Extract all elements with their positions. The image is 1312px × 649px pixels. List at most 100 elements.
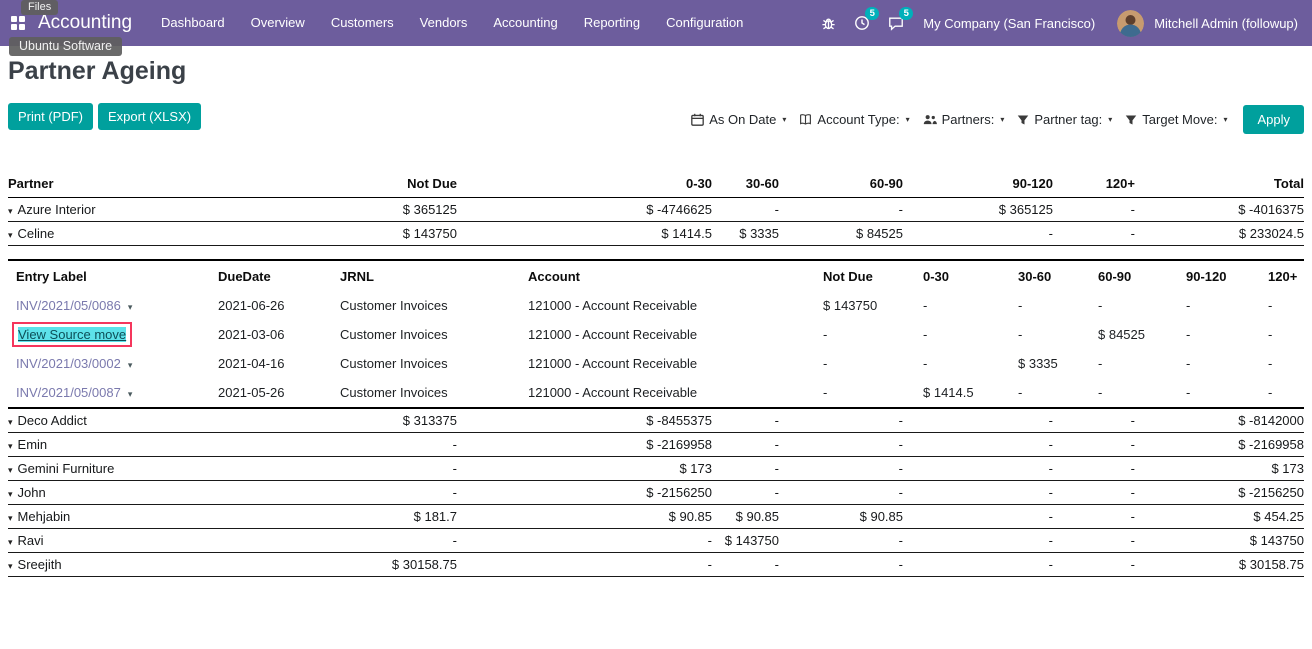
menu-item[interactable]: Configuration xyxy=(653,0,756,46)
bug-icon xyxy=(821,16,836,31)
user-menu[interactable]: Mitchell Admin (followup) xyxy=(1144,16,1308,31)
app-brand[interactable]: Accounting xyxy=(38,12,132,34)
top-navbar: Accounting DashboardOverviewCustomersVen… xyxy=(0,0,1312,46)
export-xlsx-button[interactable]: Export (XLSX) xyxy=(98,103,201,130)
cell-30-60: - xyxy=(712,198,779,222)
menu-item[interactable]: Customers xyxy=(318,0,407,46)
cell-120-plus: - xyxy=(1260,378,1304,408)
menu-item[interactable]: Reporting xyxy=(571,0,653,46)
cell-60-90: - xyxy=(779,529,903,553)
entry-header-row: Entry Label DueDate JRNL Account Not Due… xyxy=(8,260,1304,291)
cell-30-60: - xyxy=(1010,378,1090,408)
cell-90-120: - xyxy=(903,553,1053,577)
cell-90-120: - xyxy=(903,481,1053,505)
entry-dropdown-caret-icon[interactable]: ▾ xyxy=(128,389,133,399)
partner-toggle-cell[interactable]: ▾Deco Addict xyxy=(8,409,298,433)
messages-button[interactable]: 5 xyxy=(879,0,913,46)
cell-30-60: - xyxy=(712,553,779,577)
cell-total: $ -2156250 xyxy=(1135,481,1304,505)
partner-toggle-cell[interactable]: ▾Ravi xyxy=(8,529,298,553)
partner-toggle-cell[interactable]: ▾Azure Interior xyxy=(8,198,298,222)
cell-30-60: $ 143750 xyxy=(712,529,779,553)
partner-row: ▾Ravi - - $ 143750 - - - $ 143750 xyxy=(8,529,1304,553)
partner-row: ▾Gemini Furniture - $ 173 - - - - $ 173 xyxy=(8,457,1304,481)
collapse-caret-icon: ▾ xyxy=(8,561,13,571)
entry-label-highlight-box: INV/2021/05/0087 xyxy=(16,385,121,400)
ageing-table: Partner Not Due 0-30 30-60 60-90 90-120 … xyxy=(8,176,1304,246)
avatar-image xyxy=(1117,10,1144,37)
cell-not-due: - xyxy=(815,320,915,349)
column-header: 60-90 xyxy=(779,176,903,198)
ageing-table-continued: ▾Deco Addict $ 313375 $ -8455375 - - - -… xyxy=(8,409,1304,577)
filter-icon xyxy=(1125,114,1137,126)
filter-target-move[interactable]: Target Move: ▾ xyxy=(1125,112,1227,127)
column-header: 30-60 xyxy=(712,176,779,198)
column-header: JRNL xyxy=(332,260,520,291)
cell-0-30: - xyxy=(915,320,1010,349)
partner-name: Gemini Furniture xyxy=(18,461,115,476)
partner-toggle-cell[interactable]: ▾Celine xyxy=(8,222,298,246)
menu-item[interactable]: Dashboard xyxy=(148,0,238,46)
main-menu: DashboardOverviewCustomersVendorsAccount… xyxy=(148,0,756,46)
filter-label: Partner tag: xyxy=(1034,112,1102,127)
filter-partners[interactable]: Partners: ▾ xyxy=(923,112,1005,127)
desktop-files-label: Files xyxy=(21,0,58,15)
user-avatar[interactable] xyxy=(1117,10,1144,37)
cell-60-90: - xyxy=(779,433,903,457)
column-header: 0-30 xyxy=(457,176,712,198)
menu-item[interactable]: Overview xyxy=(238,0,318,46)
filter-label: As On Date xyxy=(709,112,776,127)
menu-item[interactable]: Accounting xyxy=(480,0,570,46)
filter-partner-tag[interactable]: Partner tag: ▾ xyxy=(1017,112,1112,127)
cell-60-90: $ 90.85 xyxy=(779,505,903,529)
cell-30-60: - xyxy=(712,433,779,457)
cell-60-90: - xyxy=(779,457,903,481)
cell-30-60: - xyxy=(712,481,779,505)
apply-button[interactable]: Apply xyxy=(1243,105,1304,134)
entry-journal: Customer Invoices xyxy=(332,291,520,320)
entry-row: View Source move▾ 2021-03-06 Customer In… xyxy=(8,320,1304,349)
entry-due-date: 2021-06-26 xyxy=(210,291,332,320)
calendar-icon xyxy=(691,113,704,126)
entry-journal: Customer Invoices xyxy=(332,378,520,408)
entry-label-link[interactable]: INV/2021/05/0086 xyxy=(16,298,121,313)
cell-not-due: $ 181.7 xyxy=(298,505,457,529)
collapse-caret-icon: ▾ xyxy=(8,230,13,240)
cell-90-120: - xyxy=(903,409,1053,433)
cell-120-plus: - xyxy=(1053,222,1135,246)
partner-row: ▾Azure Interior $ 365125 $ -4746625 - - … xyxy=(8,198,1304,222)
menu-item[interactable]: Vendors xyxy=(407,0,481,46)
entry-dropdown-caret-icon[interactable]: ▾ xyxy=(128,302,133,312)
partner-row: ▾Celine $ 143750 $ 1414.5 $ 3335 $ 84525… xyxy=(8,222,1304,246)
page-title: Partner Ageing xyxy=(8,57,1304,86)
partner-toggle-cell[interactable]: ▾Emin xyxy=(8,433,298,457)
entry-label-highlight-box: View Source move xyxy=(12,322,132,347)
chevron-down-icon: ▾ xyxy=(782,115,786,124)
partner-toggle-cell[interactable]: ▾Sreejith xyxy=(8,553,298,577)
company-switcher[interactable]: My Company (San Francisco) xyxy=(913,16,1105,31)
cell-60-90: - xyxy=(779,409,903,433)
partner-toggle-cell[interactable]: ▾Gemini Furniture xyxy=(8,457,298,481)
debug-button[interactable] xyxy=(812,0,845,46)
filter-account-type[interactable]: Account Type: ▾ xyxy=(799,112,909,127)
entry-dropdown-caret-icon[interactable]: ▾ xyxy=(128,360,133,370)
filter-as-on-date[interactable]: As On Date ▾ xyxy=(691,112,786,127)
entry-label-link[interactable]: INV/2021/03/0002 xyxy=(16,356,121,371)
chevron-down-icon: ▾ xyxy=(1108,115,1112,124)
chevron-down-icon: ▾ xyxy=(1223,115,1227,124)
print-pdf-button[interactable]: Print (PDF) xyxy=(8,103,93,130)
cell-90-120: - xyxy=(903,457,1053,481)
users-icon xyxy=(923,113,937,126)
cell-90-120: $ 365125 xyxy=(903,198,1053,222)
entry-label-cell: INV/2021/05/0086 ▾ xyxy=(8,291,210,320)
cell-120-plus: - xyxy=(1053,481,1135,505)
cell-60-90: - xyxy=(779,481,903,505)
cell-30-60: $ 3335 xyxy=(1010,349,1090,378)
entry-label-link[interactable]: View Source move xyxy=(18,327,126,342)
column-header: 0-30 xyxy=(915,260,1010,291)
entry-label-link[interactable]: INV/2021/05/0087 xyxy=(16,385,121,400)
partner-toggle-cell[interactable]: ▾Mehjabin xyxy=(8,505,298,529)
activities-button[interactable]: 5 xyxy=(845,0,879,46)
partner-toggle-cell[interactable]: ▾John xyxy=(8,481,298,505)
column-header: Total xyxy=(1135,176,1304,198)
